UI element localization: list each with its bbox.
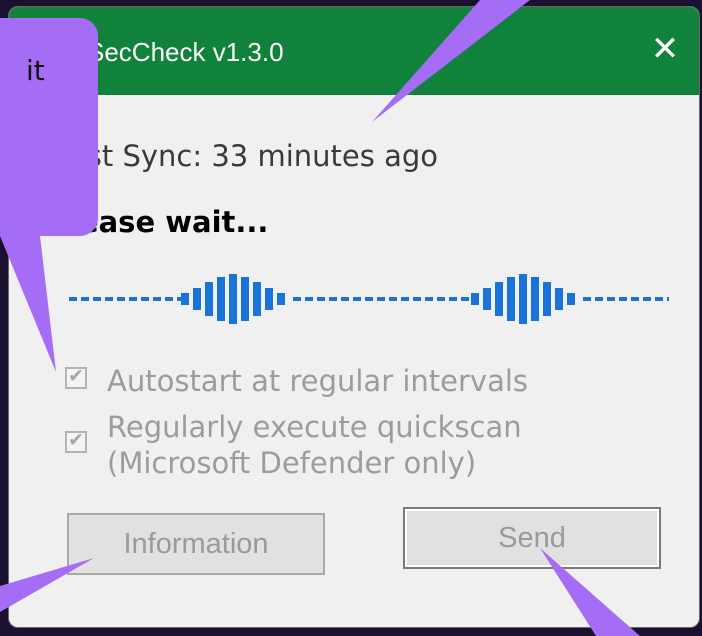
wave-dash: [81, 297, 89, 301]
wave-bar: [193, 288, 201, 310]
autostart-checkbox[interactable]: [65, 365, 87, 389]
wave-dash: [329, 297, 337, 301]
close-icon[interactable]: ✕: [645, 29, 685, 69]
wave-dash: [437, 297, 445, 301]
wave-dash: [389, 297, 397, 301]
wave-bar: [555, 288, 563, 310]
wave-dash: [583, 297, 591, 301]
title-bar: SecCheck v1.3.0 ✕: [9, 7, 699, 95]
wave-dash: [365, 297, 373, 301]
progress-wave: [69, 274, 669, 324]
callout-text: it: [26, 54, 45, 87]
wave-dash: [425, 297, 433, 301]
wave-bar: [181, 293, 189, 305]
wave-dash: [595, 297, 603, 301]
wave-bar: [531, 277, 539, 321]
wave-bar: [495, 282, 503, 316]
wave-dash: [165, 297, 173, 301]
wave-bar: [217, 277, 225, 321]
autostart-option[interactable]: Autostart at regular intervals: [65, 363, 528, 399]
wave-dash: [619, 297, 627, 301]
wave-bar: [471, 293, 479, 305]
quickscan-label-line1: Regularly execute quickscan: [107, 410, 522, 444]
wave-dash: [401, 297, 409, 301]
wave-dash: [643, 297, 651, 301]
wave-bar: [567, 293, 575, 305]
quickscan-label-line2: (Microsoft Defender only): [107, 446, 477, 480]
wave-dash: [353, 297, 361, 301]
wave-dash: [153, 297, 161, 301]
wave-dash: [377, 297, 385, 301]
wave-dash: [141, 297, 149, 301]
wave-dash: [93, 297, 101, 301]
seccheck-window: SecCheck v1.3.0 ✕ ast Sync: 33 minutes a…: [8, 6, 700, 628]
wave-bar: [241, 277, 249, 321]
wave-bar: [483, 288, 491, 310]
send-button[interactable]: Send: [403, 507, 661, 569]
tooltip-callout: it: [0, 18, 98, 236]
wave-bar: [277, 293, 285, 305]
wave-dash: [631, 297, 639, 301]
autostart-label: Autostart at regular intervals: [107, 364, 529, 398]
wave-dash: [293, 297, 301, 301]
wave-bar: [265, 288, 273, 310]
wave-dash: [341, 297, 349, 301]
quickscan-checkbox[interactable]: [65, 429, 87, 453]
please-wait-text: lease wait...: [69, 205, 269, 239]
wave-bar: [205, 282, 213, 316]
wave-dash: [105, 297, 113, 301]
wave-bar: [519, 274, 527, 324]
wave-dash: [317, 297, 325, 301]
wave-dash: [117, 297, 125, 301]
wave-dash: [69, 297, 77, 301]
wave-dash: [461, 297, 469, 301]
wave-dash: [667, 297, 669, 301]
wave-dash: [413, 297, 421, 301]
wave-bar: [543, 282, 551, 316]
wave-dash: [655, 297, 663, 301]
wave-bar: [507, 277, 515, 321]
quickscan-option[interactable]: Regularly execute quickscan (Microsoft D…: [65, 409, 522, 481]
wave-dash: [607, 297, 615, 301]
last-sync-text: ast Sync: 33 minutes ago: [69, 139, 438, 173]
window-title: SecCheck v1.3.0: [87, 37, 284, 67]
information-button[interactable]: Information: [67, 513, 325, 575]
wave-dash: [305, 297, 313, 301]
wave-bar: [253, 282, 261, 316]
wave-dash: [449, 297, 457, 301]
wave-bar: [229, 274, 237, 324]
wave-dash: [129, 297, 137, 301]
